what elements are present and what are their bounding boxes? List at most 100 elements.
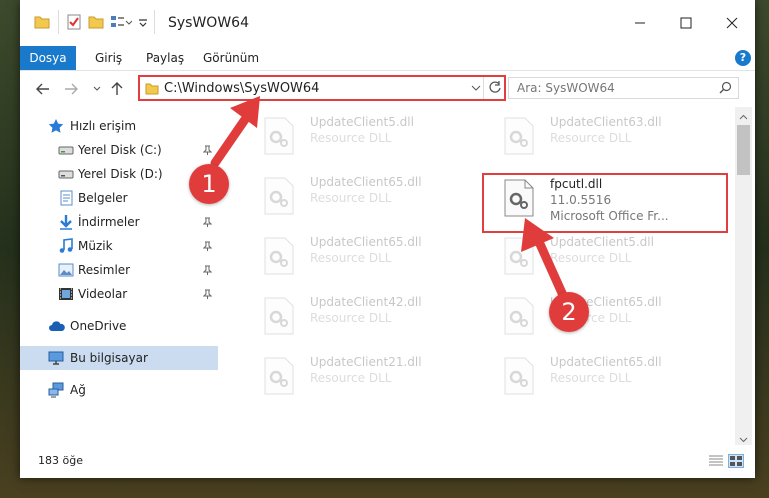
scroll-down-icon[interactable] bbox=[739, 433, 748, 443]
refresh-icon[interactable] bbox=[488, 80, 502, 97]
tab-file[interactable]: Dosya bbox=[20, 46, 76, 70]
sidebar-item-music[interactable]: Müzik bbox=[20, 234, 218, 258]
sidebar-item-label: Yerel Disk (D:) bbox=[78, 167, 163, 181]
sidebar-item-label: Resimler bbox=[78, 263, 131, 277]
file-name: UpdateClient5.dll bbox=[310, 115, 414, 129]
sidebar-item-documents[interactable]: Belgeler bbox=[20, 186, 218, 210]
tiles-view-icon[interactable] bbox=[728, 454, 744, 468]
navigation-pane: Hızlı erişim Yerel Disk (C:) Yerel Disk … bbox=[20, 107, 218, 445]
file-name: UpdateClient65.dll bbox=[310, 235, 422, 249]
sidebar-item-label: İndirmeler bbox=[78, 215, 140, 229]
dll-file-icon bbox=[264, 117, 294, 158]
pin-icon[interactable] bbox=[202, 240, 213, 254]
new-folder-icon[interactable] bbox=[88, 14, 104, 32]
tab-share[interactable]: Paylaş bbox=[146, 46, 184, 70]
callout-1: 1 bbox=[189, 164, 229, 204]
address-divider bbox=[483, 77, 484, 99]
file-name: UpdateClient21.dll bbox=[310, 355, 422, 369]
scroll-up-icon[interactable] bbox=[739, 111, 748, 120]
dll-file-icon bbox=[504, 297, 534, 338]
file-item[interactable]: UpdateClient42.dll Resource DLL bbox=[248, 293, 478, 343]
up-button[interactable] bbox=[108, 80, 126, 98]
folder-icon[interactable] bbox=[34, 14, 50, 32]
file-type: Resource DLL bbox=[310, 191, 392, 205]
view-options-icon[interactable] bbox=[110, 14, 133, 32]
pictures-icon bbox=[58, 262, 74, 278]
search-box[interactable]: Ara: SysWOW64 bbox=[508, 77, 739, 99]
callout-2: 2 bbox=[549, 292, 589, 332]
sidebar-item-label: Hızlı erişim bbox=[70, 119, 137, 133]
dll-file-icon bbox=[504, 117, 534, 158]
documents-icon bbox=[58, 190, 74, 206]
ribbon-tabs: Dosya Giriş Paylaş Görünüm ? bbox=[20, 46, 755, 71]
details-view-icon[interactable] bbox=[708, 454, 724, 468]
dll-file-icon bbox=[264, 297, 294, 338]
pin-icon[interactable] bbox=[202, 216, 213, 230]
sidebar-item-pictures[interactable]: Resimler bbox=[20, 258, 218, 282]
drive-icon bbox=[58, 166, 74, 182]
network-icon bbox=[48, 382, 64, 398]
pin-icon[interactable] bbox=[202, 144, 213, 158]
pin-icon[interactable] bbox=[202, 264, 213, 278]
forward-button[interactable] bbox=[62, 80, 80, 98]
file-type: Resource DLL bbox=[550, 371, 632, 385]
vertical-scrollbar[interactable] bbox=[735, 107, 752, 445]
file-item[interactable]: UpdateClient65.dll Resource DLL bbox=[248, 173, 478, 223]
address-path[interactable]: C:\Windows\SysWOW64 bbox=[164, 81, 319, 96]
file-name: UpdateClient42.dll bbox=[310, 295, 422, 309]
sidebar-item-quick-access[interactable]: Hızlı erişim bbox=[20, 114, 218, 138]
file-item[interactable]: UpdateClient65.dll Resource DLL bbox=[488, 293, 718, 343]
file-name: UpdateClient65.dll bbox=[310, 175, 422, 189]
search-icon[interactable] bbox=[719, 81, 732, 97]
explorer-window: SysWOW64 Dosya Giriş Paylaş Görünüm ? C:… bbox=[20, 0, 755, 478]
address-bar[interactable]: C:\Windows\SysWOW64 bbox=[138, 75, 506, 101]
file-name: UpdateClient65.dll bbox=[550, 355, 662, 369]
tab-view[interactable]: Görünüm bbox=[203, 46, 259, 70]
file-item[interactable]: UpdateClient5.dll Resource DLL bbox=[248, 113, 478, 163]
recent-locations-icon[interactable] bbox=[88, 80, 106, 98]
sidebar-item-label: Müzik bbox=[78, 239, 113, 253]
computer-icon bbox=[48, 350, 64, 366]
sidebar-item-label: Bu bilgisayar bbox=[70, 351, 148, 365]
file-item[interactable]: UpdateClient65.dll Resource DLL bbox=[248, 233, 478, 283]
scrollbar-thumb[interactable] bbox=[737, 125, 750, 175]
close-button[interactable] bbox=[709, 0, 755, 46]
dll-file-icon bbox=[504, 357, 534, 398]
toolbar-divider bbox=[58, 10, 59, 34]
dll-file-icon bbox=[264, 177, 294, 218]
pin-icon[interactable] bbox=[202, 288, 213, 302]
sidebar-item-local-disk-c[interactable]: Yerel Disk (C:) bbox=[20, 138, 218, 162]
sidebar-item-this-pc[interactable]: Bu bilgisayar bbox=[20, 346, 218, 370]
sidebar-item-label: Yerel Disk (C:) bbox=[78, 143, 162, 157]
chevron-down-icon[interactable] bbox=[471, 82, 481, 96]
file-item[interactable]: UpdateClient65.dll Resource DLL bbox=[488, 353, 718, 403]
properties-icon[interactable] bbox=[66, 14, 82, 32]
sidebar-item-network[interactable]: Ağ bbox=[20, 378, 218, 402]
file-item[interactable]: UpdateClient21.dll Resource DLL bbox=[248, 353, 478, 403]
item-count: 183 öğe bbox=[38, 454, 83, 467]
help-button[interactable]: ? bbox=[735, 50, 751, 66]
search-input[interactable]: Ara: SysWOW64 bbox=[517, 81, 615, 95]
title-bar: SysWOW64 bbox=[20, 0, 755, 46]
back-button[interactable] bbox=[34, 80, 52, 98]
navigation-bar: C:\Windows\SysWOW64 Ara: SysWOW64 bbox=[20, 71, 755, 107]
file-item[interactable]: UpdateClient63.dll Resource DLL bbox=[488, 113, 718, 163]
file-item[interactable]: UpdateClient5.dll Resource DLL bbox=[488, 233, 718, 283]
file-list: UpdateClient5.dll Resource DLL UpdateCli… bbox=[218, 107, 735, 445]
sidebar-item-onedrive[interactable]: OneDrive bbox=[20, 314, 218, 338]
sidebar-item-label: OneDrive bbox=[70, 319, 127, 333]
video-icon bbox=[58, 286, 74, 302]
maximize-button[interactable] bbox=[663, 0, 709, 46]
tab-home[interactable]: Giriş bbox=[95, 46, 122, 70]
sidebar-item-label: Ağ bbox=[70, 383, 86, 397]
minimize-button[interactable] bbox=[617, 0, 663, 46]
sidebar-item-downloads[interactable]: İndirmeler bbox=[20, 210, 218, 234]
title-divider bbox=[154, 10, 155, 34]
quick-access-dropdown-icon[interactable] bbox=[138, 17, 148, 35]
file-type: Resource DLL bbox=[310, 131, 392, 145]
file-type: Resource DLL bbox=[310, 251, 392, 265]
sidebar-item-videos[interactable]: Videolar bbox=[20, 282, 218, 306]
sidebar-item-label: Belgeler bbox=[78, 191, 128, 205]
status-bar: 183 öğe bbox=[20, 445, 755, 478]
music-icon bbox=[58, 238, 74, 254]
